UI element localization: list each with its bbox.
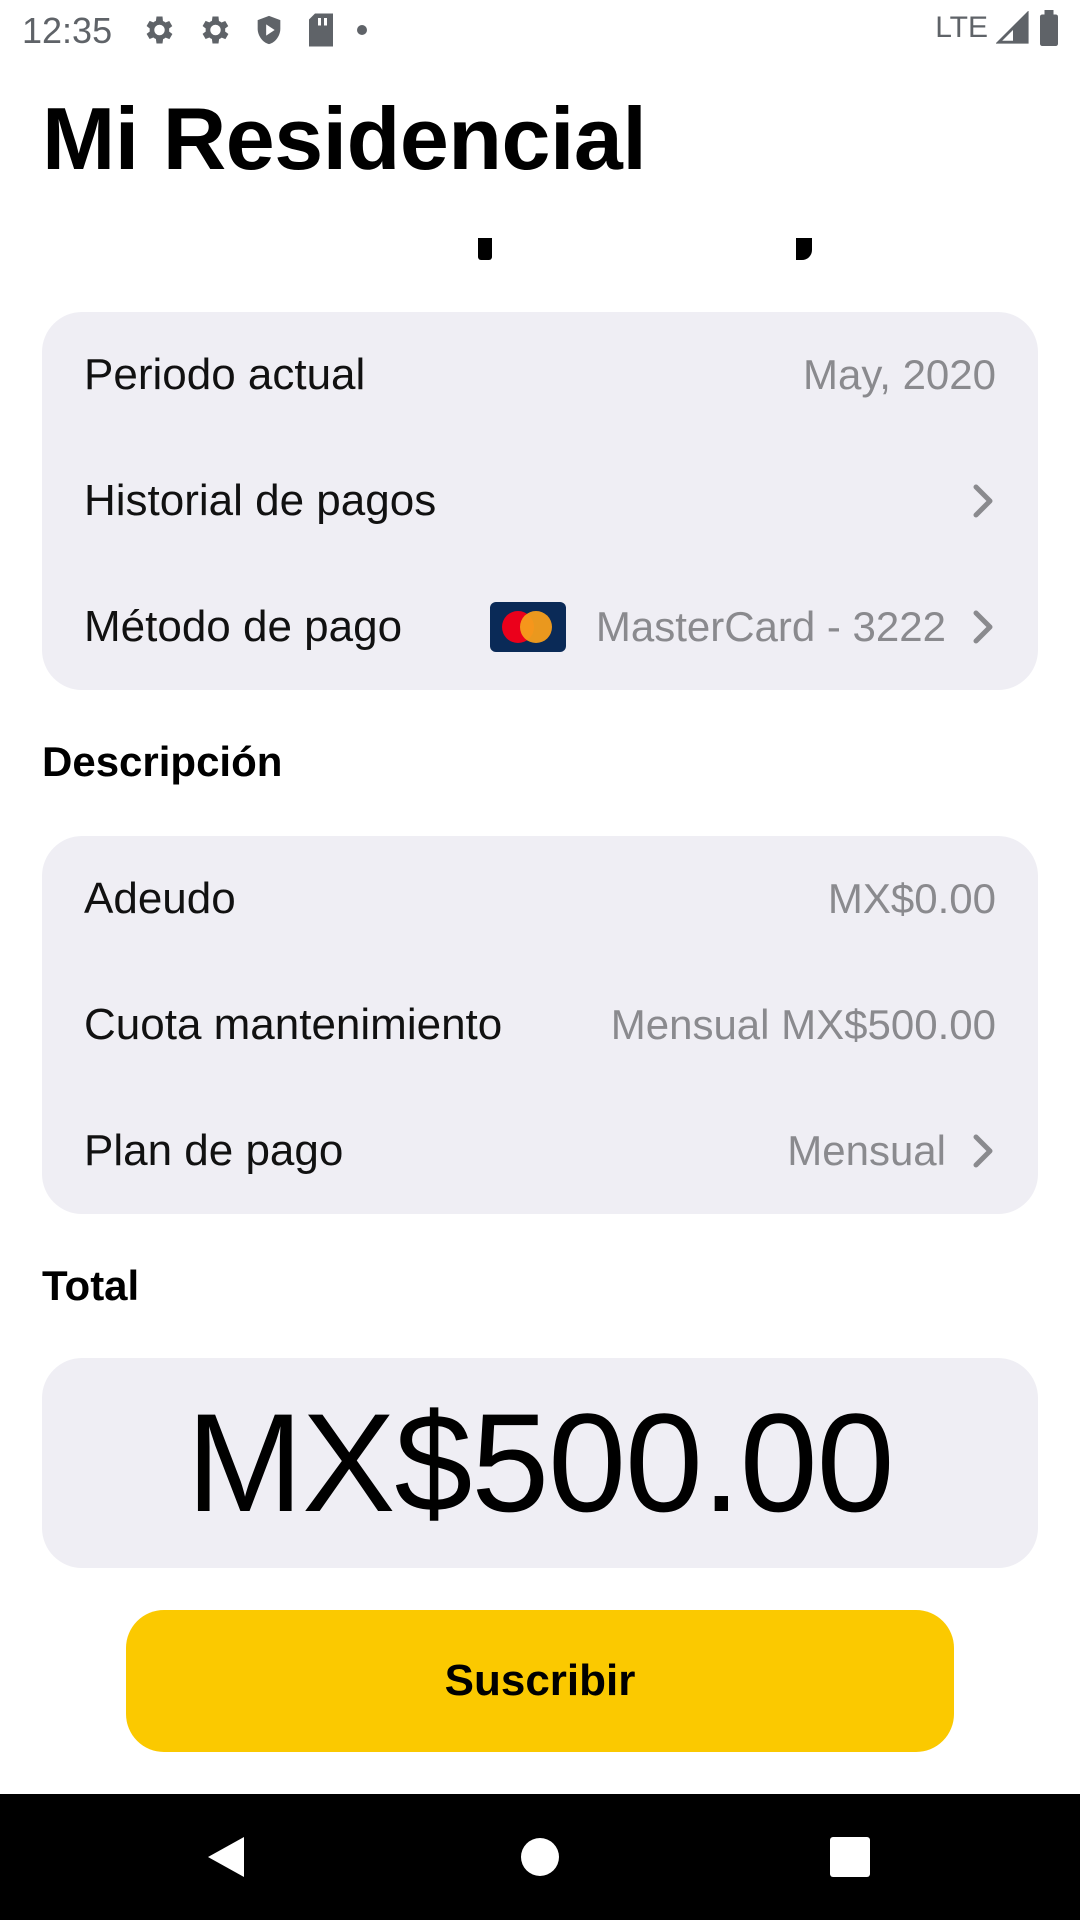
maintenance-fee-value: Mensual MX$500.00 [610,1001,996,1048]
current-period-value: May, 2020 [803,351,996,398]
subscribe-button[interactable]: Suscribir [126,1610,954,1752]
maintenance-fee-row: Cuota mantenimiento Mensual MX$500.00 [84,962,996,1088]
debt-label: Adeudo [84,874,236,923]
status-bar: 12:35 LTE [0,0,1080,62]
clipped-glyph [796,238,812,260]
total-amount: MX$500.00 [186,1384,894,1541]
description-card: Adeudo MX$0.00 Cuota mantenimiento Mensu… [42,836,1038,1214]
payment-history-label: Historial de pagos [84,476,437,525]
payment-method-value-group: MasterCard - 3222 [489,602,996,652]
chevron-right-icon [973,484,993,518]
debt-value: MX$0.00 [827,875,996,922]
gear-icon [202,16,229,44]
payment-plan-value: Mensual [787,1127,946,1174]
payment-plan-label: Plan de pago [84,1126,344,1175]
status-notification-icons [140,12,368,48]
network-type: LTE [935,11,988,44]
total-card: MX$500.00 [42,1358,1038,1568]
total-section-title: Total [42,1262,140,1309]
battery-icon [1040,10,1058,46]
home-button[interactable] [460,1794,620,1920]
home-circle-icon [521,1838,559,1876]
payment-method-label: Método de pago [84,602,403,651]
debt-row: Adeudo MX$0.00 [84,836,996,962]
scrolled-heading-remnant [0,238,1080,264]
mastercard-icon [489,602,566,652]
status-system-icons: LTE [935,10,1060,46]
shield-play-icon [257,15,281,45]
signal-icon [996,11,1029,44]
current-period-row: Periodo actual May, 2020 [84,312,996,438]
navigation-bar [0,1794,1080,1920]
payment-history-row[interactable]: Historial de pagos [84,438,996,564]
back-button[interactable] [146,1794,306,1920]
chevron-right-icon [973,610,993,644]
payment-history-value [946,482,996,520]
dot-icon [357,25,367,35]
chevron-right-icon [973,1134,993,1168]
page-title: Mi Residencial [42,89,647,188]
recents-square-icon [830,1837,870,1877]
description-section-title: Descripción [42,738,283,785]
maintenance-fee-label: Cuota mantenimiento [84,1000,503,1049]
gear-icon [146,16,173,44]
sd-card-icon [309,13,333,47]
current-period-label: Periodo actual [84,350,366,399]
clipped-glyph [478,238,492,260]
payment-plan-row[interactable]: Plan de pago Mensual [84,1088,996,1214]
recents-button[interactable] [770,1794,930,1920]
payment-plan-value-group: Mensual [787,1127,996,1175]
payment-method-value: MasterCard - 3222 [595,603,946,650]
payment-method-row[interactable]: Método de pago MasterCard - 3222 [84,564,996,690]
back-triangle-icon [208,1837,244,1877]
period-card: Periodo actual May, 2020 Historial de pa… [42,312,1038,690]
status-time: 12:35 [22,10,113,51]
